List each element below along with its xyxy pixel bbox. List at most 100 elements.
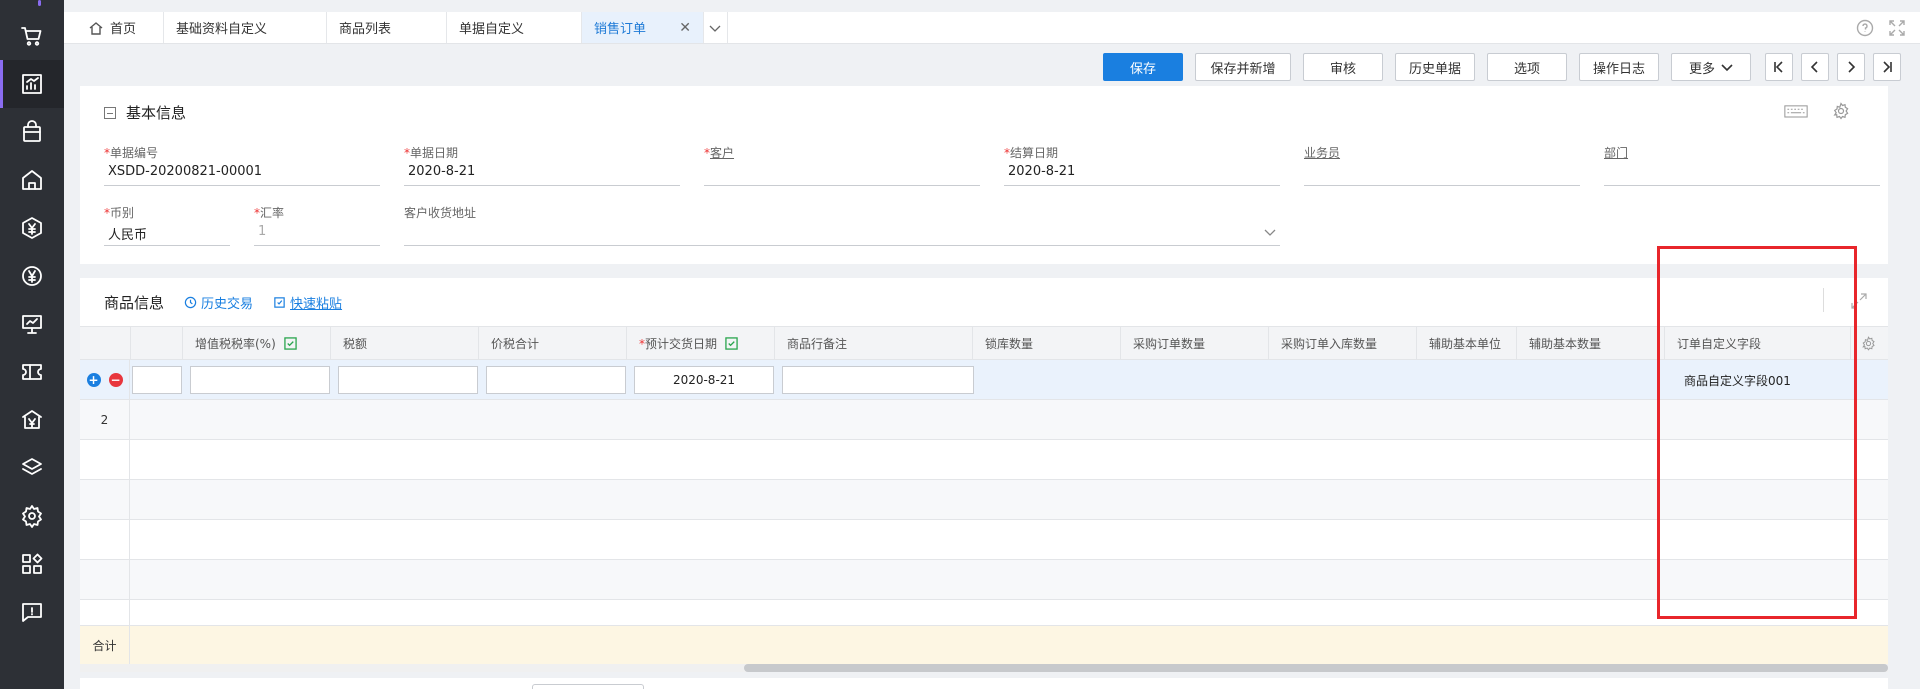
- table-row[interactable]: [80, 440, 1888, 480]
- more-button[interactable]: 更多: [1671, 53, 1751, 81]
- sidebar-item-sales[interactable]: [0, 60, 64, 108]
- checkbox-icon[interactable]: [725, 337, 738, 350]
- divider: [1823, 288, 1824, 312]
- history-trade-link[interactable]: 历史交易: [184, 293, 253, 312]
- sidebar-item-bank[interactable]: [0, 396, 64, 444]
- salesman-value[interactable]: [1304, 160, 1580, 186]
- customer-value[interactable]: [704, 160, 980, 186]
- department-label[interactable]: 部门: [1604, 144, 1880, 160]
- col-order-custom[interactable]: 订单自定义字段: [1664, 327, 1850, 360]
- help-icon[interactable]: [1856, 19, 1874, 37]
- sidebar-item-purchase[interactable]: [0, 12, 64, 60]
- col-aux-unit[interactable]: 辅助基本单位: [1416, 327, 1516, 360]
- table-row[interactable]: [80, 560, 1888, 600]
- col-aux-qty[interactable]: 辅助基本数量: [1516, 327, 1664, 360]
- customer-field[interactable]: *客户: [704, 144, 980, 186]
- operation-log-button[interactable]: 操作日志: [1579, 53, 1659, 81]
- cell-input[interactable]: [132, 366, 182, 394]
- col-line-note[interactable]: 商品行备注: [774, 327, 972, 360]
- horizontal-scrollbar[interactable]: [80, 664, 1888, 672]
- close-icon[interactable]: ✕: [679, 20, 691, 36]
- tax-input[interactable]: [338, 366, 478, 394]
- table-row[interactable]: + − 2020-8-21 商品自定义字段001: [80, 360, 1888, 400]
- sidebar-item-invoice[interactable]: [0, 348, 64, 396]
- first-record-button[interactable]: [1765, 53, 1793, 81]
- col-tax[interactable]: 税额: [330, 327, 478, 360]
- report-icon: [22, 74, 42, 94]
- col-total-with-tax[interactable]: 价税合计: [478, 327, 626, 360]
- doc-date-field[interactable]: *单据日期 2020-8-21: [404, 144, 680, 186]
- settle-date-value[interactable]: 2020-8-21: [1004, 160, 1280, 186]
- quick-paste-link[interactable]: 快速粘贴: [273, 293, 342, 312]
- delivery-address-value[interactable]: [404, 220, 1280, 246]
- line-note-input[interactable]: [782, 366, 974, 394]
- sidebar-item-warehouse[interactable]: [0, 156, 64, 204]
- vat-rate-input[interactable]: [190, 366, 330, 394]
- department-field[interactable]: 部门: [1604, 144, 1880, 186]
- col-po-in-qty[interactable]: 采购订单入库数量: [1268, 327, 1416, 360]
- chevron-down-icon[interactable]: [1264, 229, 1276, 237]
- scrollbar-thumb[interactable]: [744, 664, 1888, 672]
- next-record-button[interactable]: [1837, 53, 1865, 81]
- audit-button[interactable]: 审核: [1303, 53, 1383, 81]
- tab-bar: 首页 基础资料自定义 商品列表 单据自定义 销售订单 ✕: [64, 12, 1920, 44]
- delivery-address-field[interactable]: 客户收货地址: [404, 204, 1280, 246]
- exchange-rate-value: 1: [254, 220, 380, 246]
- col-line-note-label: 商品行备注: [787, 337, 848, 351]
- prev-record-button[interactable]: [1801, 53, 1829, 81]
- col-stock-qty[interactable]: 锁库数量: [972, 327, 1120, 360]
- table-row[interactable]: [80, 480, 1888, 520]
- department-value[interactable]: [1604, 160, 1880, 186]
- doc-number-field[interactable]: *单据编号 XSDD-20200821-00001: [104, 144, 380, 186]
- sidebar-item-fund[interactable]: [0, 204, 64, 252]
- history-docs-button[interactable]: 历史单据: [1395, 53, 1475, 81]
- options-button[interactable]: 选项: [1487, 53, 1567, 81]
- sidebar-item-cash[interactable]: [0, 252, 64, 300]
- doc-date-value[interactable]: 2020-8-21: [404, 160, 680, 186]
- tab-basic-custom[interactable]: 基础资料自定义: [164, 12, 327, 43]
- fullscreen-icon[interactable]: [1888, 19, 1906, 37]
- col-vat-rate[interactable]: 增值税税率(%): [182, 327, 330, 360]
- save-and-new-button[interactable]: 保存并新增: [1195, 53, 1291, 81]
- sidebar-item-feedback[interactable]: [0, 588, 64, 636]
- settings-icon[interactable]: [1832, 102, 1850, 120]
- col-aux-qty-label: 辅助基本数量: [1529, 337, 1602, 351]
- last-record-button[interactable]: [1873, 53, 1901, 81]
- sidebar-item-retail[interactable]: [0, 108, 64, 156]
- tab-more-dropdown[interactable]: [704, 12, 728, 43]
- add-row-icon[interactable]: +: [86, 372, 101, 387]
- tab-home[interactable]: 首页: [64, 12, 164, 43]
- sidebar-item-settings[interactable]: [0, 492, 64, 540]
- table-row[interactable]: 2: [80, 400, 1888, 440]
- settle-date-field[interactable]: *结算日期 2020-8-21: [1004, 144, 1280, 186]
- table-row[interactable]: [80, 520, 1888, 560]
- tab-sales-order[interactable]: 销售订单 ✕: [582, 12, 704, 43]
- table-row[interactable]: [80, 600, 1888, 626]
- keyboard-icon[interactable]: [1784, 102, 1808, 120]
- footer-tab[interactable]: [532, 684, 644, 689]
- col-po-qty[interactable]: 采购订单数量: [1120, 327, 1268, 360]
- salesman-field[interactable]: 业务员: [1304, 144, 1580, 186]
- col-settings[interactable]: [1850, 327, 1888, 360]
- sidebar-item-data[interactable]: [0, 444, 64, 492]
- sidebar-item-apps[interactable]: [0, 540, 64, 588]
- doc-number-value[interactable]: XSDD-20200821-00001: [104, 160, 380, 186]
- customer-label[interactable]: 客户: [710, 146, 734, 160]
- save-button[interactable]: 保存: [1103, 53, 1183, 81]
- remove-row-icon[interactable]: −: [108, 372, 123, 387]
- expected-date-input[interactable]: 2020-8-21: [634, 366, 774, 394]
- total-with-tax-input[interactable]: [486, 366, 626, 394]
- gear-icon: [22, 505, 42, 528]
- collapse-icon[interactable]: [104, 106, 116, 119]
- salesman-label[interactable]: 业务员: [1304, 144, 1580, 160]
- sidebar-top-marker: [38, 0, 41, 6]
- sidebar-item-report[interactable]: [0, 300, 64, 348]
- expand-icon[interactable]: [1850, 292, 1868, 310]
- col-tax-label: 税额: [343, 337, 368, 351]
- currency-value[interactable]: 人民币: [104, 220, 230, 246]
- tab-product-list[interactable]: 商品列表: [327, 12, 447, 43]
- col-expected-date[interactable]: * 预计交货日期: [626, 327, 774, 360]
- currency-field[interactable]: *币别 人民币: [104, 204, 230, 246]
- checkbox-icon[interactable]: [284, 337, 297, 350]
- tab-doc-custom[interactable]: 单据自定义: [447, 12, 582, 43]
